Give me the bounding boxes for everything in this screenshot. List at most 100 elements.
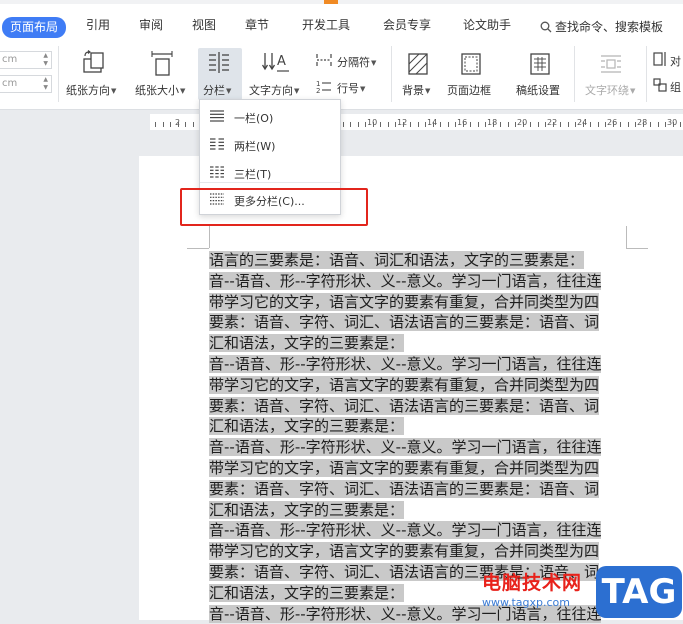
ruler-tick — [590, 122, 591, 127]
ruler-tick — [642, 122, 644, 127]
document-line: 要素：语音、字符、词汇、语法语言的三要素是：语音、词 — [209, 313, 600, 332]
ruler-tick — [447, 122, 449, 127]
ruler-tick — [665, 122, 666, 127]
ruler-tick — [170, 122, 171, 127]
ruler-tick — [455, 122, 456, 127]
ruler-tick — [162, 122, 164, 127]
ruler-tick — [440, 122, 441, 127]
ruler-tick — [177, 122, 179, 127]
grid-paper-button[interactable]: 稿纸设置 — [516, 82, 560, 98]
document-line: 要素：语音、字符、词汇、语法语言的三要素是：语音、词 — [209, 396, 600, 415]
ruler-tick — [552, 122, 554, 127]
ruler-tick — [477, 122, 479, 127]
document-line: 语言的三要素是：语音、词汇和语法，文字的三要素是： — [209, 251, 585, 269]
align-button[interactable]: 对 — [670, 53, 681, 69]
menu-item-two-columns[interactable]: 两栏(W) — [200, 131, 340, 157]
tab-references[interactable]: 引用 — [86, 16, 110, 33]
page-border-button[interactable]: 页面边框 — [447, 82, 491, 98]
ruler-tick — [537, 122, 539, 127]
ruler-tick — [470, 122, 471, 127]
ruler-tick — [567, 122, 569, 127]
ruler-tick — [522, 122, 524, 127]
ruler-tick — [155, 122, 156, 127]
grid-paper-icon — [530, 53, 550, 75]
document-line: 要素：语音、字符、词汇、语法语言的三要素是：语音、词 — [209, 479, 600, 498]
ruler-tick — [425, 122, 426, 127]
document-line: 汇和语法，文字的三要素是： — [209, 500, 405, 519]
ruler-tick — [635, 122, 636, 127]
tab-member[interactable]: 会员专享 — [383, 16, 431, 33]
document-line: 带学习它的文字，语言文字的要素有重复，合并同类型为四 — [209, 375, 600, 394]
ruler-tick — [605, 122, 606, 127]
document-line: 音--语音、形--字符形状、义--意义。学习一门语言，往往连 — [209, 271, 602, 290]
ruler-tick — [402, 122, 404, 127]
tab-page-layout[interactable]: 页面布局 — [2, 17, 66, 38]
group-icon — [653, 78, 667, 92]
document-line: 音--语音、形--字符形状、义--意义。学习一门语言，往往连 — [209, 521, 602, 540]
document-line: 汇和语法，文字的三要素是： — [209, 417, 405, 436]
page-orientation-button[interactable]: 纸张方向▼ — [66, 82, 116, 98]
line-number-icon: 1 2 — [316, 80, 331, 93]
ruler-tick — [342, 122, 344, 127]
tab-view[interactable]: 视图 — [192, 16, 216, 33]
ruler-tick — [372, 122, 374, 127]
columns-button[interactable]: 分栏▼ — [198, 48, 242, 100]
search-label: 查找命令、搜索模板 — [555, 20, 664, 34]
ruler-tick — [650, 122, 651, 127]
ruler-tick — [545, 122, 546, 127]
document-line: 音--语音、形--字符形状、义--意义。学习一门语言，往往连 — [209, 438, 602, 457]
margin-spin-top[interactable]: cm ▲ ▼ — [0, 51, 52, 69]
text-wrap-button[interactable]: 文字环绕▼ — [585, 82, 635, 98]
site-watermark: 电脑技术网 www.tagxp.com TAG — [480, 562, 683, 620]
one-column-icon — [210, 110, 224, 122]
page-size-icon — [151, 51, 173, 76]
watermark-url: www.tagxp.com — [482, 596, 570, 609]
ruler-tick — [612, 122, 614, 127]
search-icon — [540, 21, 552, 33]
page-orientation-icon — [83, 50, 104, 73]
ruler-tick — [582, 122, 584, 127]
group-button[interactable]: 组 — [670, 79, 681, 95]
watermark-tag-logo: TAG — [596, 566, 682, 618]
ruler-tick — [365, 122, 366, 127]
tab-paper-assistant[interactable]: 论文助手 — [463, 16, 511, 33]
ruler-tick — [597, 122, 599, 127]
ruler-tick — [515, 122, 516, 127]
ruler-tick — [575, 122, 576, 127]
text-wrap-icon — [601, 55, 621, 73]
ruler-tick — [500, 122, 501, 127]
spin-unit: cm — [2, 54, 18, 65]
highlight-annotation-box — [180, 188, 368, 226]
line-number-button[interactable]: 行号▼ — [337, 80, 365, 96]
columns-icon — [209, 52, 229, 73]
ribbon-toolbar: cm ▲ ▼ cm ▲ ▼ 纸张方向▼ 纸张大小▼ A 文字方向▼ 分隔符▼ 1… — [0, 40, 683, 110]
ruler-tick — [410, 122, 411, 127]
ruler-tick — [357, 122, 359, 127]
ruler-tick — [530, 122, 531, 127]
command-search[interactable]: 查找命令、搜索模板 — [540, 18, 663, 35]
columns-label: 分栏▼ — [203, 84, 232, 97]
separator-button[interactable]: 分隔符▼ — [337, 54, 376, 70]
text-direction-button[interactable]: 文字方向▼ — [249, 82, 299, 98]
horizontal-ruler[interactable]: 221012141618202224262830 — [0, 111, 683, 133]
watermark-text: 电脑技术网 — [482, 572, 583, 594]
page-size-button[interactable]: 纸张大小▼ — [135, 82, 185, 98]
tab-review[interactable]: 审阅 — [139, 16, 163, 33]
ruler-tick — [680, 122, 681, 127]
page-background-button[interactable]: 背景▼ — [402, 82, 430, 98]
document-line: 汇和语法，文字的三要素是： — [209, 334, 405, 353]
tab-developer[interactable]: 开发工具 — [302, 16, 350, 33]
ruler-tick — [192, 122, 194, 127]
menu-item-one-column[interactable]: 一栏(O) — [200, 103, 340, 129]
document-line: 带学习它的文字，语言文字的要素有重复，合并同类型为四 — [209, 458, 600, 477]
ruler-tick — [350, 122, 351, 127]
ruler-tick — [380, 122, 381, 127]
margin-spin-bottom[interactable]: cm ▲ ▼ — [0, 75, 52, 93]
ruler-tick — [560, 122, 561, 127]
ruler-tick — [672, 122, 674, 127]
menu-label: 两栏(W) — [234, 140, 276, 153]
ruler-tick — [417, 122, 419, 127]
document-line: 音--语音、形--字符形状、义--意义。学习一门语言，往往连 — [209, 354, 602, 373]
tab-sections[interactable]: 章节 — [245, 16, 269, 33]
ruler-tick — [395, 122, 396, 127]
